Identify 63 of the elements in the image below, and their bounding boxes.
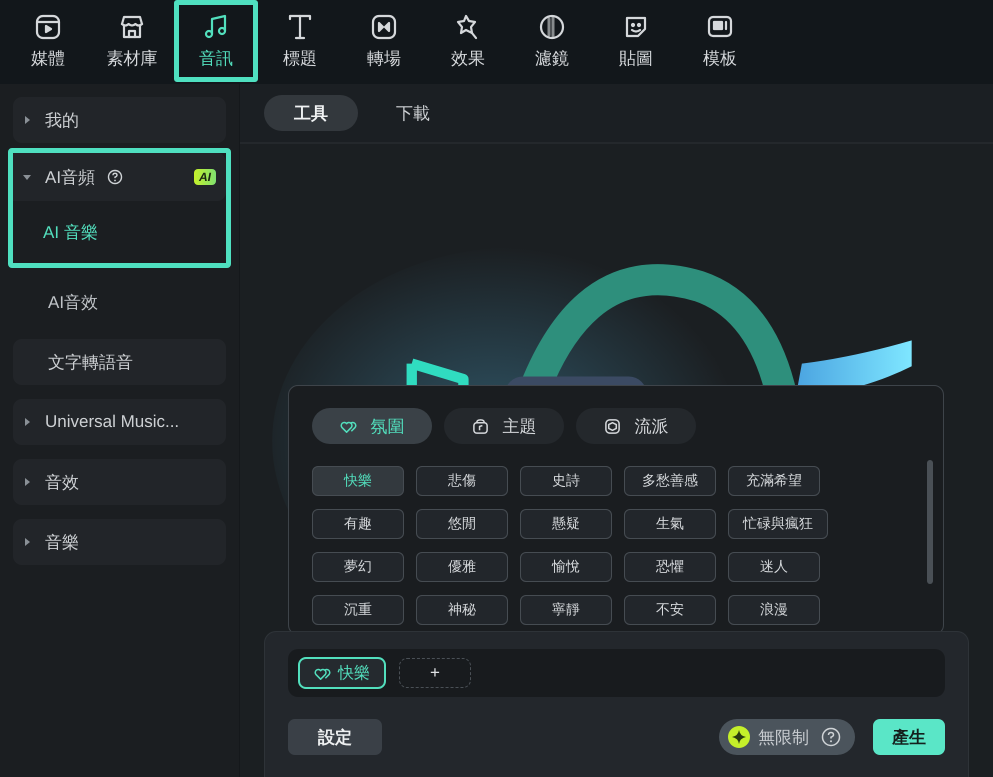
- item-label: 我的: [45, 110, 79, 132]
- mood-tag[interactable]: 悲傷: [416, 466, 508, 496]
- mood-tag[interactable]: 悠閒: [416, 509, 508, 539]
- mood-tag[interactable]: 夢幻: [312, 552, 404, 582]
- sidebar-item[interactable]: 音效: [13, 459, 226, 505]
- category-tab[interactable]: 氛圍: [312, 408, 432, 444]
- mood-tag[interactable]: 不安: [624, 595, 716, 625]
- toolbar-tab[interactable]: 轉場: [342, 0, 426, 82]
- item-label: 音效: [45, 472, 79, 494]
- mood-tag[interactable]: 忙碌與瘋狂: [728, 509, 828, 539]
- sidebar-item[interactable]: 音樂: [13, 519, 226, 565]
- mood-tag[interactable]: 懸疑: [520, 509, 612, 539]
- play-window-icon: [34, 12, 62, 40]
- generate-button[interactable]: 產生: [873, 719, 945, 755]
- mood-tag[interactable]: 浪漫: [728, 595, 820, 625]
- settings-button[interactable]: 設定: [288, 719, 382, 755]
- toolbar-tab[interactable]: 音訊: [174, 0, 258, 82]
- mood-tag[interactable]: 神秘: [416, 595, 508, 625]
- toolbar-tab[interactable]: 模板: [678, 0, 762, 82]
- mood-tag[interactable]: 生氣: [624, 509, 716, 539]
- toolbar-tab[interactable]: 素材庫: [90, 0, 174, 82]
- selected-tags-field[interactable]: 快樂 +: [288, 649, 945, 697]
- sidebar-item[interactable]: 文字轉語音: [13, 339, 226, 385]
- mood-tag[interactable]: 恐懼: [624, 552, 716, 582]
- add-tag-button[interactable]: +: [399, 658, 471, 688]
- cube-icon: [604, 418, 620, 434]
- music-box-icon: [472, 418, 488, 434]
- mood-tag[interactable]: 優雅: [416, 552, 508, 582]
- transition-icon: [370, 12, 398, 40]
- ai-badge: AI: [194, 169, 216, 185]
- text-icon: [286, 12, 314, 40]
- toolbar-tab[interactable]: 效果: [426, 0, 510, 82]
- sidebar-item[interactable]: AI音頻 AI: [13, 153, 226, 201]
- toolbar-tab[interactable]: 濾鏡: [510, 0, 594, 82]
- mood-tag[interactable]: 多愁善感: [624, 466, 716, 496]
- scrollbar[interactable]: [927, 460, 933, 584]
- mood-tag[interactable]: 史詩: [520, 466, 612, 496]
- category-tab[interactable]: 主題: [444, 408, 564, 444]
- sidebar-item[interactable]: AI音效: [13, 279, 226, 325]
- sidebar-item[interactable]: AI 音樂: [13, 201, 226, 263]
- selected-tag[interactable]: 快樂: [298, 657, 386, 689]
- sidebar-item[interactable]: Universal Music...: [13, 399, 226, 445]
- mood-tag[interactable]: 有趣: [312, 509, 404, 539]
- toolbar-tab[interactable]: 媒體: [6, 0, 90, 82]
- mood-tag[interactable]: 愉悅: [520, 552, 612, 582]
- help-icon[interactable]: [107, 169, 124, 185]
- toolbar-tab[interactable]: 貼圖: [594, 0, 678, 82]
- item-label: 音樂: [45, 532, 79, 554]
- sidebar-item[interactable]: 我的: [13, 97, 226, 143]
- item-label: Universal Music...: [45, 412, 180, 432]
- mood-tag[interactable]: 迷人: [728, 552, 820, 582]
- mood-tag[interactable]: 寧靜: [520, 595, 612, 625]
- mood-tag[interactable]: 快樂: [312, 466, 404, 496]
- filter-circle-icon: [538, 12, 566, 40]
- tab[interactable]: 工具: [264, 95, 358, 131]
- credits-label: 無限制: [758, 726, 809, 748]
- toolbar-tab[interactable]: 標題: [258, 0, 342, 82]
- mood-tag[interactable]: 充滿希望: [728, 466, 820, 496]
- mood-tag[interactable]: 沉重: [312, 595, 404, 625]
- tab[interactable]: 下載: [366, 95, 460, 131]
- item-label: AI音頻: [45, 166, 96, 188]
- category-tab[interactable]: 流派: [576, 408, 696, 444]
- help-icon[interactable]: [821, 727, 841, 747]
